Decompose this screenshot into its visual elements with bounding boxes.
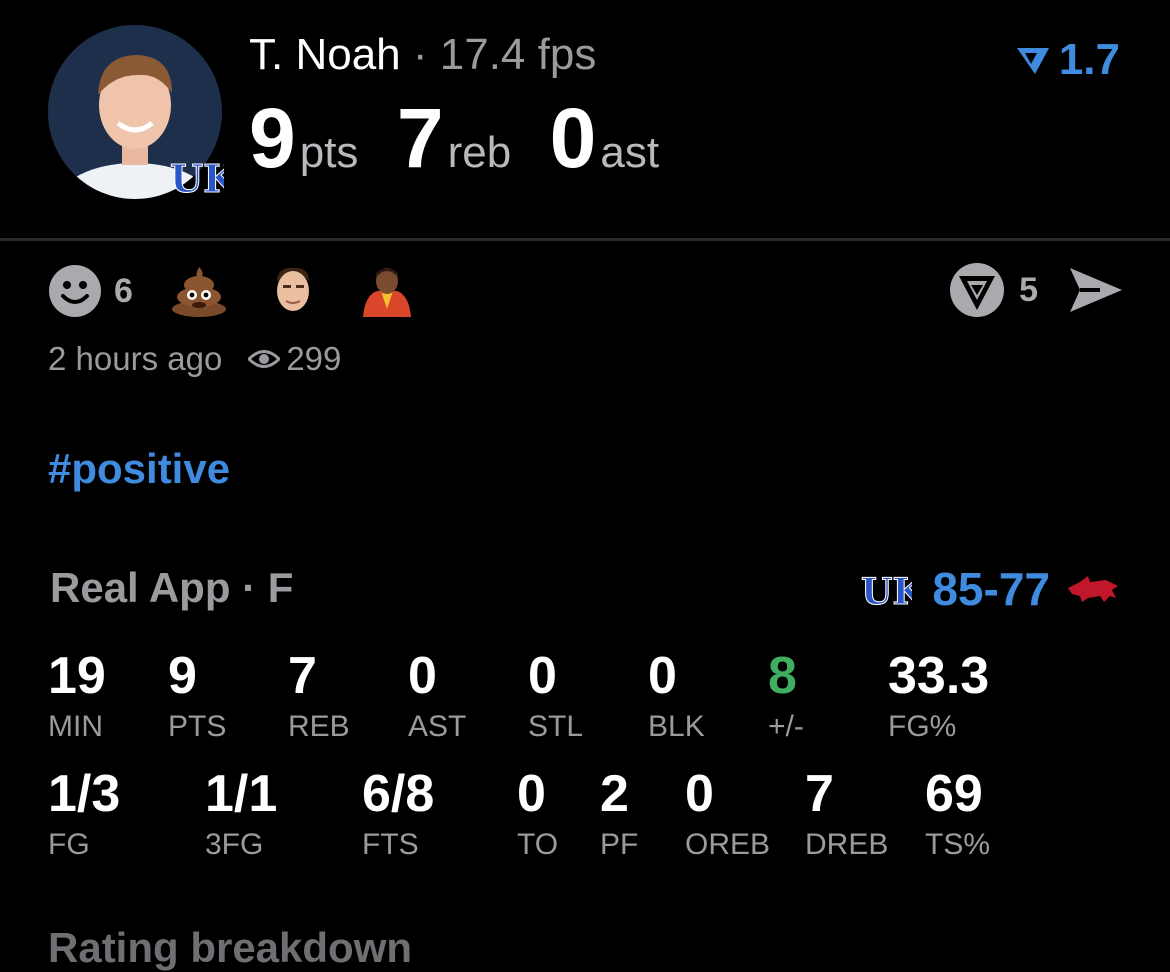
- smiley-react-count: 6: [114, 271, 133, 310]
- stat-value: 33.3: [888, 647, 990, 705]
- stat-label: FG%: [888, 710, 957, 743]
- post-meta: 2 hours ago 299: [48, 340, 341, 378]
- player-face-sticker-icon[interactable]: [265, 265, 321, 317]
- name-separator: ·: [412, 30, 428, 79]
- headline-stats: 9pts 7reb 0ast: [249, 90, 693, 187]
- stat-value: 19: [48, 647, 106, 705]
- stat-label: 3FG: [205, 828, 264, 861]
- stat-ast: 0 AST: [408, 650, 466, 744]
- stat-label: OREB: [685, 828, 771, 861]
- stat-label: AST: [408, 710, 467, 743]
- stat-stl: 0 STL: [528, 650, 583, 744]
- stat-value: 0: [517, 765, 546, 823]
- view-count: 299: [248, 340, 341, 378]
- stat-value: 9: [168, 647, 197, 705]
- score-dash: -: [983, 563, 999, 615]
- game-title: Real App · F: [50, 564, 294, 611]
- stat-value: 0: [648, 647, 677, 705]
- stat-value: 7: [805, 765, 834, 823]
- stat-dreb: 7 DREB: [805, 768, 888, 862]
- stat-ts-: 69 TS%: [925, 768, 990, 862]
- cheering-fan-sticker-icon[interactable]: [359, 265, 415, 317]
- stat-reb: 7 REB: [288, 650, 350, 744]
- reshare-icon[interactable]: [949, 262, 1005, 318]
- stat-value: 1/3: [48, 765, 121, 823]
- header-divider: [0, 238, 1170, 241]
- stat-fts: 6/8 FTS: [362, 768, 434, 862]
- poop-emoji-icon[interactable]: [171, 265, 227, 317]
- home-score: 85: [932, 563, 984, 615]
- away-score: 77: [998, 563, 1050, 615]
- svg-text:UK: UK: [861, 571, 912, 610]
- stat--: 8 +/-: [768, 650, 804, 744]
- post-actions[interactable]: 5: [949, 262, 1124, 318]
- stat-value: 0: [685, 765, 714, 823]
- headline-ast-value: 0: [549, 91, 597, 185]
- stat-value: 6/8: [362, 765, 435, 823]
- headline-reb-unit: reb: [447, 128, 512, 177]
- stat-label: MIN: [48, 710, 103, 743]
- stat-min: 19 MIN: [48, 650, 106, 744]
- game-score[interactable]: UK 85-77: [860, 562, 1120, 616]
- stat-value: 1/1: [205, 765, 278, 823]
- headline-pts-unit: pts: [299, 128, 359, 177]
- fantasy-points: 17.4 fps: [439, 30, 597, 79]
- kentucky-logo-icon: UK: [860, 568, 913, 611]
- stat-label: FG: [48, 828, 90, 861]
- stat-oreb: 0 OREB: [685, 768, 770, 862]
- player-name-line[interactable]: T. Noah · 17.4 fps: [249, 30, 596, 80]
- rating-value: 1.7: [1058, 35, 1120, 84]
- headline-pts-value: 9: [249, 91, 296, 185]
- stat-value: 2: [600, 765, 629, 823]
- stat-to: 0 TO: [517, 768, 558, 862]
- stat-label: +/-: [768, 710, 804, 743]
- view-count-value: 299: [286, 340, 342, 377]
- stat-value: 69: [925, 765, 983, 823]
- player-name[interactable]: T. Noah: [249, 30, 401, 79]
- stat-label: TS%: [925, 828, 991, 861]
- rating-arrow-icon: [1015, 44, 1051, 76]
- stat-label: BLK: [648, 710, 705, 743]
- stat-label: TO: [517, 828, 559, 861]
- kentucky-logo-icon: UK: [168, 154, 239, 203]
- reshare-count: 5: [1019, 270, 1038, 309]
- stat-value: 8: [768, 647, 797, 705]
- stat-label: PF: [600, 828, 639, 861]
- next-section-heading: Rating breakdown: [48, 924, 413, 971]
- stat-blk: 0 BLK: [648, 650, 705, 744]
- stat-label: DREB: [805, 828, 889, 861]
- stat-label: FTS: [362, 828, 419, 861]
- stat-fg-: 33.3 FG%: [888, 650, 989, 744]
- stat-label: STL: [528, 710, 584, 743]
- send-icon[interactable]: [1068, 266, 1124, 314]
- stat-label: PTS: [168, 710, 227, 743]
- headline-ast-unit: ast: [600, 128, 660, 177]
- reaction-bar[interactable]: 6: [48, 264, 453, 318]
- rating-badge[interactable]: 1.7: [1015, 35, 1120, 85]
- hashtag-link[interactable]: #positive: [48, 445, 230, 493]
- stat-value: 0: [528, 647, 557, 705]
- arkansas-razorback-icon: [1066, 574, 1120, 604]
- stat-label: REB: [288, 710, 350, 743]
- time-ago: 2 hours ago: [48, 340, 223, 377]
- stat-pts: 9 PTS: [168, 650, 226, 744]
- headline-reb-value: 7: [396, 91, 444, 185]
- svg-text:UK: UK: [170, 156, 224, 198]
- stat-value: 7: [288, 647, 317, 705]
- stat-value: 0: [408, 647, 437, 705]
- stat-fg: 1/3 FG: [48, 768, 120, 862]
- smiley-react-icon[interactable]: [48, 264, 102, 318]
- stat-3fg: 1/1 3FG: [205, 768, 277, 862]
- stat-pf: 2 PF: [600, 768, 638, 862]
- eye-icon: [248, 348, 281, 370]
